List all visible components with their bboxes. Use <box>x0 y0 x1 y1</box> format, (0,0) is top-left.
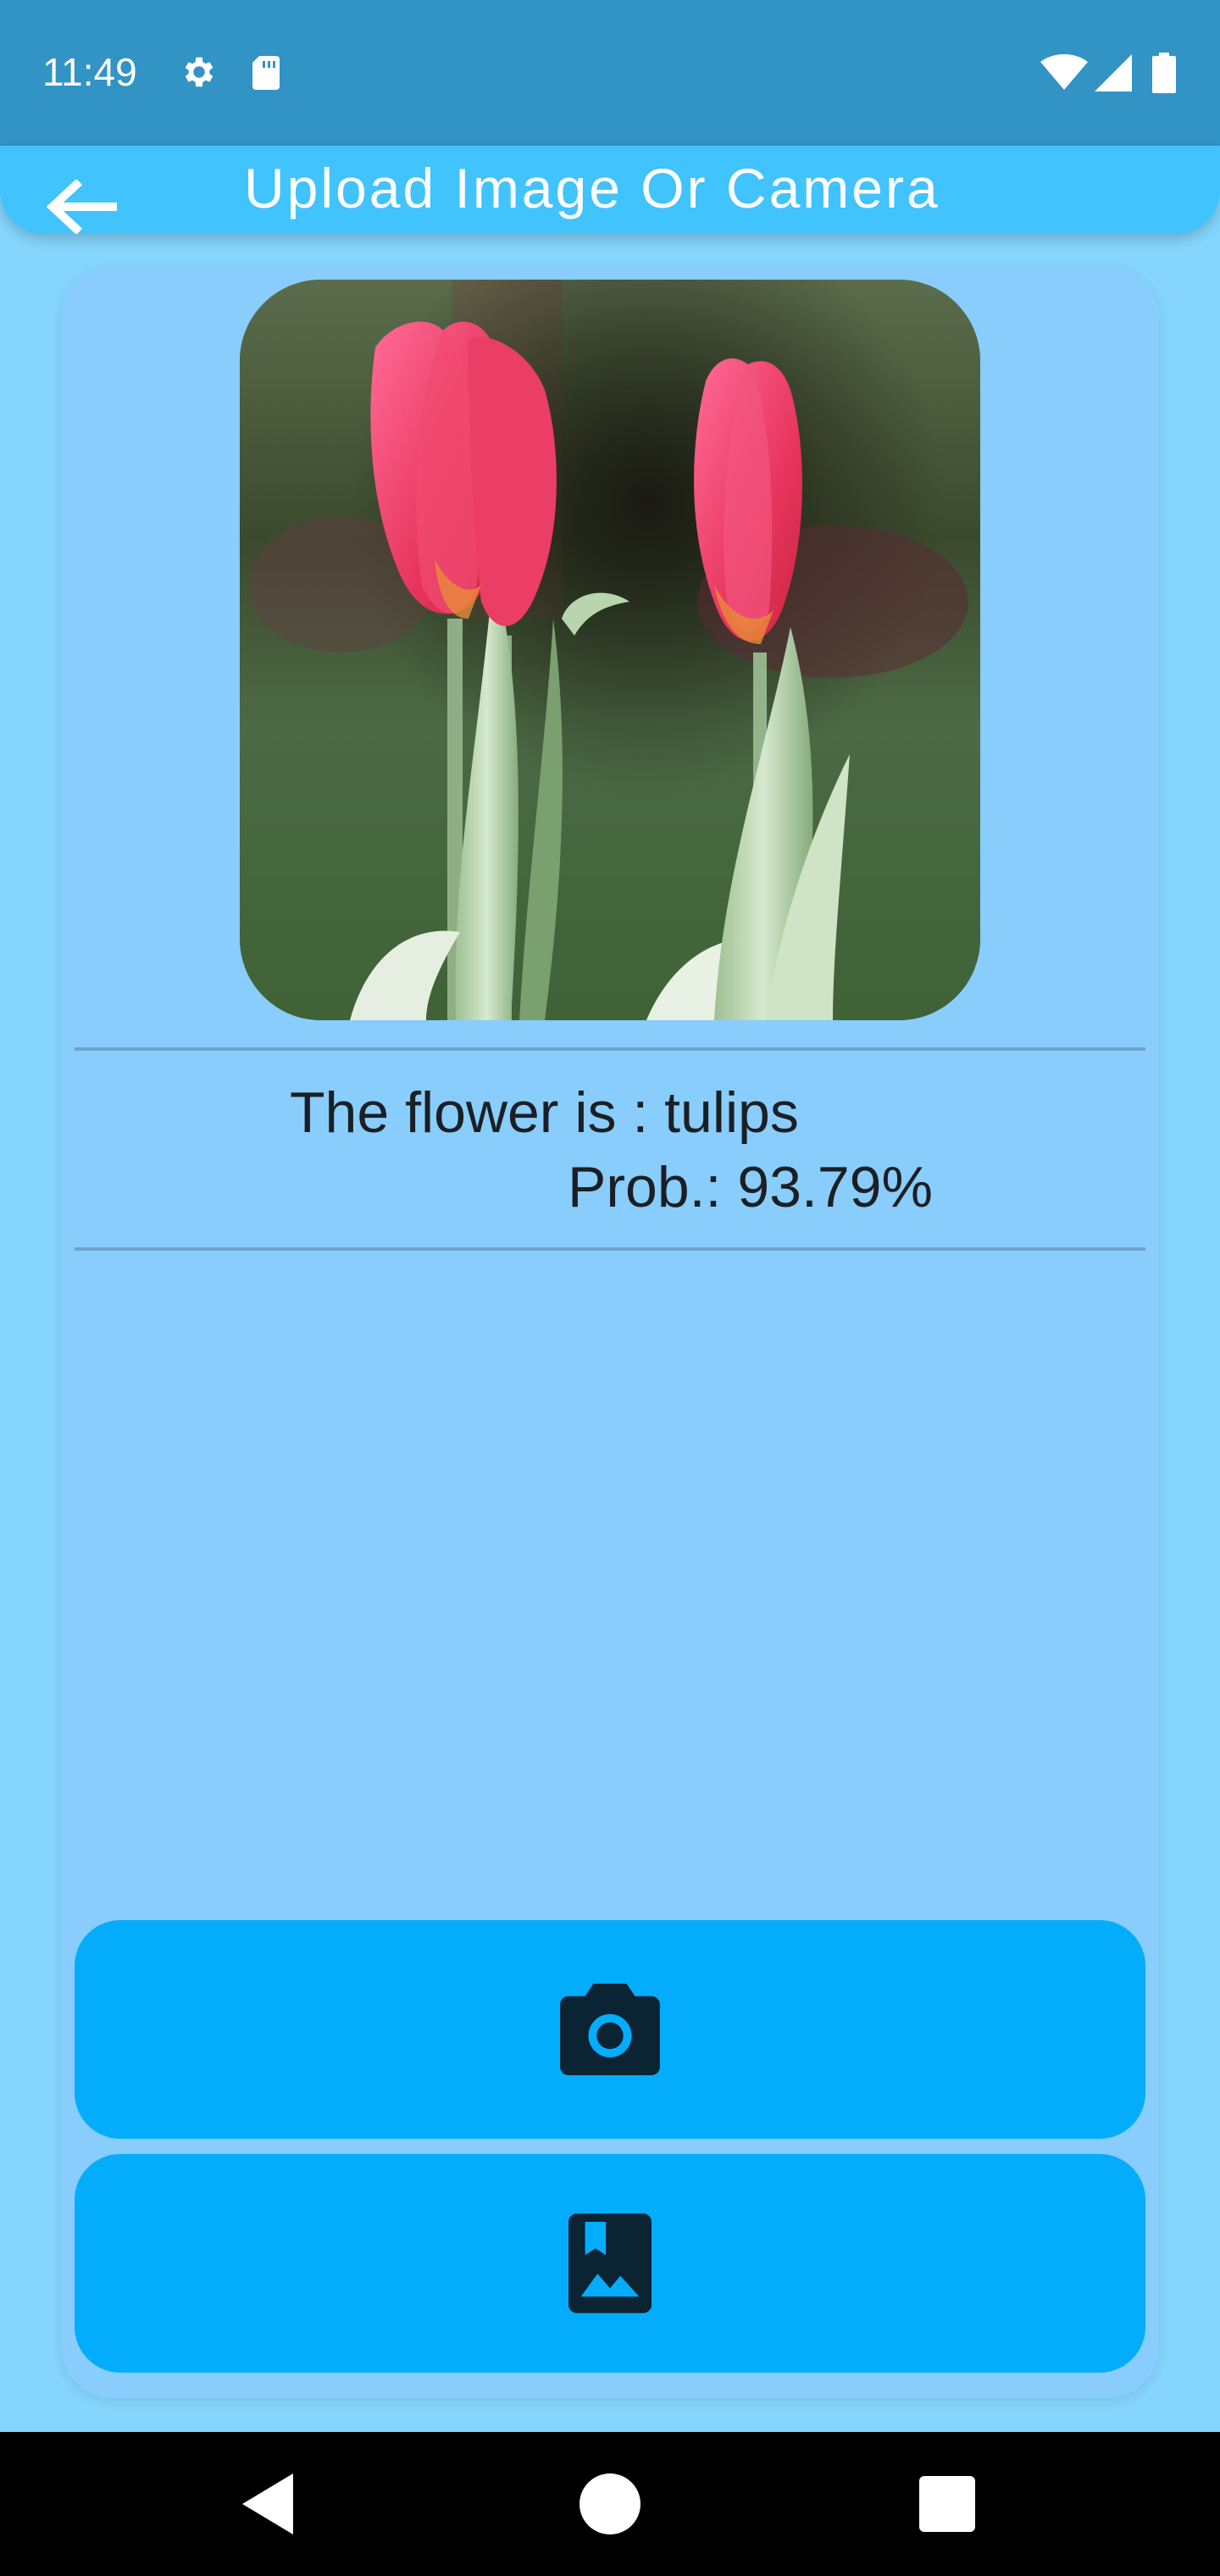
back-triangle-icon[interactable] <box>232 2466 308 2542</box>
divider-top <box>75 1047 1145 1051</box>
status-bar: 11:49 <box>0 0 1220 146</box>
camera-button[interactable] <box>75 1920 1145 2139</box>
battery-icon <box>1152 53 1176 93</box>
gear-icon <box>185 57 214 87</box>
flower-image <box>240 280 980 1020</box>
wifi-icon <box>1040 54 1088 90</box>
camera-icon <box>560 1984 660 2075</box>
home-circle-icon[interactable] <box>572 2466 648 2542</box>
sd-card-icon <box>252 56 280 90</box>
gallery-button[interactable] <box>75 2154 1145 2373</box>
system-nav-bar <box>0 2432 1220 2576</box>
divider-bottom <box>75 1247 1145 1251</box>
photo-album-icon <box>568 2213 652 2313</box>
recents-square-icon[interactable] <box>909 2466 985 2542</box>
flower-result-text: The flower is : tulips <box>290 1080 799 1145</box>
cell-signal-icon <box>1095 54 1132 92</box>
tulips-photo <box>240 280 980 1020</box>
probability-text: Prob.: 93.79% <box>568 1155 933 1219</box>
page-title: Upload Image Or Camera <box>244 157 940 219</box>
status-time: 11:49 <box>42 50 137 94</box>
app-bar: Upload Image Or Camera <box>0 146 1220 234</box>
arrow-left-icon[interactable] <box>46 180 117 234</box>
